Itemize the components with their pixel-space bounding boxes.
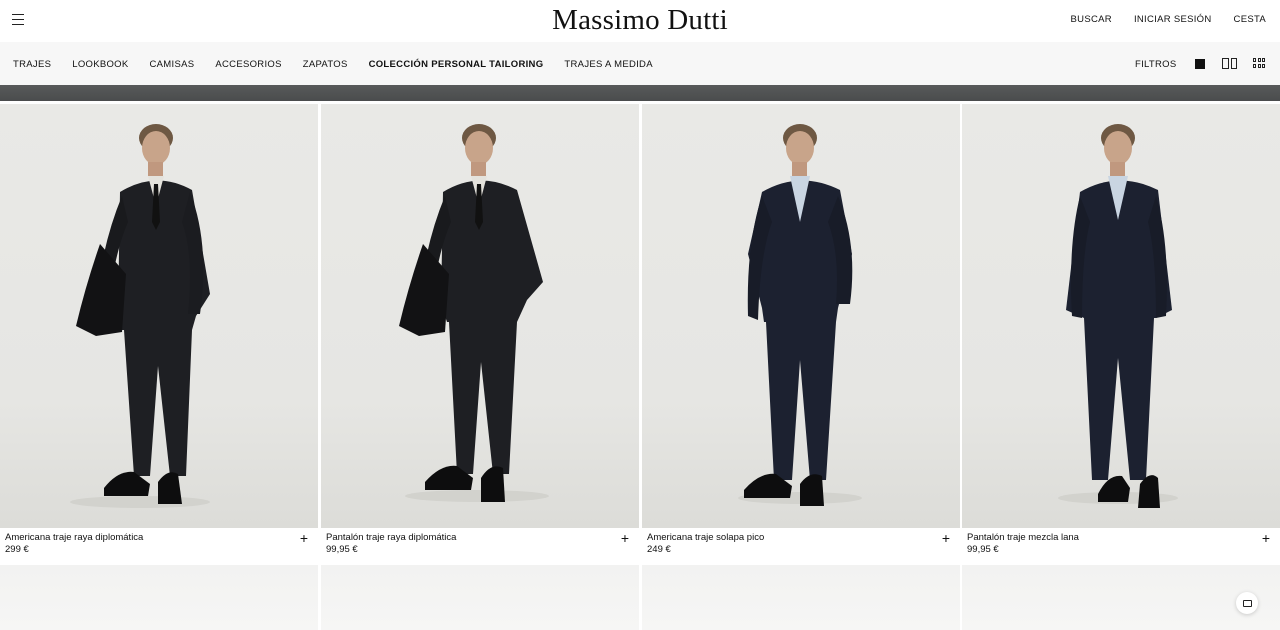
product-name[interactable]: Pantalón traje raya diplomática [326,532,456,544]
model-figure [70,124,210,508]
login-link[interactable]: INICIAR SESIÓN [1134,14,1212,25]
nav-item-personal-tailoring[interactable]: COLECCIÓN PERSONAL TAILORING [369,59,544,70]
add-to-cart-icon[interactable]: + [942,531,950,545]
menu-icon[interactable] [12,14,26,26]
nav-item-trajes[interactable]: TRAJES [13,59,51,70]
product-price: 249 € [647,544,671,555]
product-name[interactable]: Pantalón traje mezcla lana [967,532,1079,544]
product-image-placeholder[interactable] [962,565,1280,630]
product-info: Pantalón traje raya diplomática 99,95 € [326,532,456,556]
product-card: Americana traje solapa pico 249 € + [642,104,960,560]
model-figure [738,124,862,506]
product-price: 299 € [5,544,29,555]
product-image-placeholder[interactable] [642,565,960,630]
category-banner [0,85,1280,101]
cart-link[interactable]: CESTA [1234,14,1266,25]
product-image[interactable] [962,104,1280,528]
add-to-cart-icon[interactable]: + [1262,531,1270,545]
product-image-placeholder[interactable] [0,565,318,630]
model-figure [1058,124,1178,508]
product-card: Pantalón traje mezcla lana 99,95 € + [962,104,1280,560]
product-image[interactable] [321,104,639,528]
category-nav: TRAJES LOOKBOOK CAMISAS ACCESORIOS ZAPAT… [0,42,1280,85]
product-image-placeholder[interactable] [321,565,639,630]
category-list: TRAJES LOOKBOOK CAMISAS ACCESORIOS ZAPAT… [13,59,653,70]
product-card: Pantalón traje raya diplomática 99,95 € … [321,104,639,560]
product-price: 99,95 € [326,544,358,555]
product-name[interactable]: Americana traje raya diplomática [5,532,143,544]
product-card: Americana traje raya diplomática 299 € + [0,104,318,560]
product-info: Pantalón traje mezcla lana 99,95 € [967,532,1079,556]
grid-view-icon[interactable] [1253,58,1265,70]
nav-item-trajes-a-medida[interactable]: TRAJES A MEDIDA [564,59,652,70]
product-info: Americana traje solapa pico 249 € [647,532,764,556]
add-to-cart-icon[interactable]: + [621,531,629,545]
two-column-view-icon[interactable] [1222,58,1237,69]
top-header: Massimo Dutti BUSCAR INICIAR SESIÓN CEST… [0,0,1280,42]
product-image[interactable] [0,104,318,528]
nav-item-camisas[interactable]: CAMISAS [150,59,195,70]
product-name[interactable]: Americana traje solapa pico [647,532,764,544]
product-info: Americana traje raya diplomática 299 € [5,532,143,556]
model-figure [399,124,549,502]
nav-item-accesorios[interactable]: ACCESORIOS [215,59,281,70]
filters-button[interactable]: FILTROS [1135,59,1177,70]
chat-icon[interactable] [1236,592,1258,614]
nav-item-zapatos[interactable]: ZAPATOS [303,59,348,70]
product-price: 99,95 € [967,544,999,555]
brand-logo-text[interactable]: Massimo Dutti [552,4,728,36]
header-actions: BUSCAR INICIAR SESIÓN CESTA [1071,14,1266,25]
product-image[interactable] [642,104,960,528]
single-view-icon[interactable] [1195,59,1205,69]
add-to-cart-icon[interactable]: + [300,531,308,545]
search-link[interactable]: BUSCAR [1071,14,1112,25]
nav-item-lookbook[interactable]: LOOKBOOK [72,59,128,70]
